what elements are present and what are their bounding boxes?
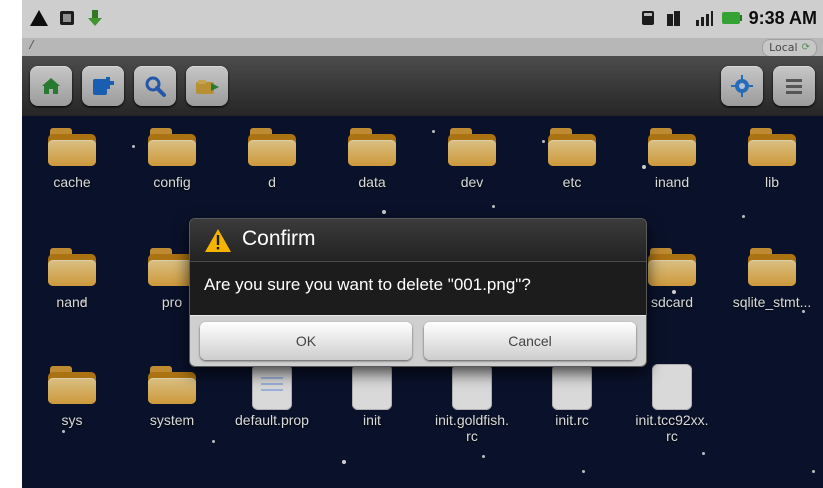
- file-label: inand: [654, 174, 690, 190]
- folder-icon: [48, 126, 96, 166]
- file-item-default-prop[interactable]: default.prop: [222, 354, 322, 464]
- path-bar: / Local ⟳: [22, 38, 823, 57]
- file-label: lib: [764, 174, 779, 190]
- settings-icon: [731, 75, 753, 97]
- sd-card-icon: [637, 7, 659, 29]
- file-label: nand: [56, 294, 88, 310]
- file-item-sqlite-stmt[interactable]: sqlite_stmt...: [722, 236, 822, 346]
- folder-icon: [748, 126, 796, 166]
- status-right: 9:38 AM: [637, 7, 817, 29]
- file-item-data[interactable]: data: [322, 116, 422, 226]
- folder-icon: [648, 126, 696, 166]
- folder-icon: [248, 126, 296, 166]
- file-item-init-rc[interactable]: init.rc: [522, 354, 622, 464]
- file-item-sys[interactable]: sys: [22, 354, 122, 464]
- file-label: d: [268, 174, 276, 190]
- home-button[interactable]: [30, 66, 72, 106]
- ok-button[interactable]: OK: [200, 322, 412, 360]
- file-item-system[interactable]: system: [122, 354, 222, 464]
- current-path: /: [28, 39, 36, 53]
- dialog-message: Are you sure you want to delete "001.png…: [204, 275, 531, 294]
- list-view-icon: [786, 79, 802, 94]
- android-screen: 9:38 AM / Local ⟳ cache config d data de…: [22, 0, 823, 488]
- folder-icon: [148, 364, 196, 404]
- settings-button[interactable]: [721, 66, 763, 106]
- refresh-icon: ⟳: [801, 42, 810, 53]
- warning-icon: [28, 7, 50, 29]
- folder-icon: [548, 126, 596, 166]
- location-pill[interactable]: Local ⟳: [762, 39, 817, 57]
- location-label: Local: [769, 41, 798, 54]
- file-label: dev: [460, 174, 484, 190]
- toolbar-right: [721, 66, 815, 106]
- folder-icon: [348, 126, 396, 166]
- new-folder-button[interactable]: [82, 66, 124, 106]
- file-icon: [348, 364, 396, 410]
- sim-icon: [56, 7, 78, 29]
- toolbar: [22, 56, 823, 116]
- dialog-title: Confirm: [242, 227, 316, 250]
- move-folder-icon: [196, 80, 219, 94]
- cancel-button[interactable]: Cancel: [424, 322, 636, 360]
- file-item-lib[interactable]: lib: [722, 116, 822, 226]
- folder-icon: [448, 126, 496, 166]
- signal-icon: [693, 7, 715, 29]
- network-icon: [665, 7, 687, 29]
- document-icon: [248, 364, 296, 410]
- folder-icon: [148, 126, 196, 166]
- warning-icon: [204, 227, 232, 253]
- dialog-title-bar: Confirm: [190, 219, 646, 262]
- file-item-dev[interactable]: dev: [422, 116, 522, 226]
- file-label: data: [358, 174, 386, 190]
- home-icon: [42, 78, 60, 94]
- file-item-config[interactable]: config: [122, 116, 222, 226]
- file-label: init.tcc92xx. rc: [635, 412, 709, 444]
- file-icon: [448, 364, 496, 410]
- confirm-dialog: Confirm Are you sure you want to delete …: [189, 218, 647, 367]
- file-label: sys: [61, 412, 83, 428]
- file-label: cache: [53, 174, 91, 190]
- usb-download-icon: [84, 7, 106, 29]
- folder-icon: [48, 246, 96, 286]
- status-bar: 9:38 AM: [22, 0, 823, 39]
- file-icon: [648, 364, 696, 410]
- file-label: system: [149, 412, 195, 428]
- new-folder-icon: [93, 77, 114, 95]
- file-label: etc: [562, 174, 582, 190]
- clock: 9:38 AM: [748, 7, 817, 28]
- file-item-init-goldfish-rc[interactable]: init.goldfish. rc: [422, 354, 522, 464]
- search-icon: [145, 76, 166, 97]
- file-item-d[interactable]: d: [222, 116, 322, 226]
- folder-icon: [48, 364, 96, 404]
- folder-icon: [648, 246, 696, 286]
- file-label: init.rc: [555, 412, 589, 428]
- file-label: default.prop: [235, 412, 309, 428]
- file-item-inand[interactable]: inand: [622, 116, 722, 226]
- file-label: sqlite_stmt...: [732, 294, 812, 310]
- file-label: init: [363, 412, 381, 428]
- move-folder-button[interactable]: [186, 66, 228, 106]
- file-item-init[interactable]: init: [322, 354, 422, 464]
- file-item-init-tcc92xx-rc[interactable]: init.tcc92xx. rc: [622, 354, 722, 464]
- file-item-etc[interactable]: etc: [522, 116, 622, 226]
- folder-icon: [748, 246, 796, 286]
- search-button[interactable]: [134, 66, 176, 106]
- toolbar-left: [30, 66, 228, 106]
- dialog-actions: OK Cancel: [190, 315, 646, 366]
- list-view-button[interactable]: [773, 66, 815, 106]
- file-label: config: [153, 174, 191, 190]
- file-item-cache[interactable]: cache: [22, 116, 122, 226]
- file-icon: [548, 364, 596, 410]
- battery-icon: [721, 7, 743, 29]
- file-label: init.goldfish. rc: [435, 412, 509, 444]
- status-left: [28, 7, 106, 29]
- file-item-nand[interactable]: nand: [22, 236, 122, 346]
